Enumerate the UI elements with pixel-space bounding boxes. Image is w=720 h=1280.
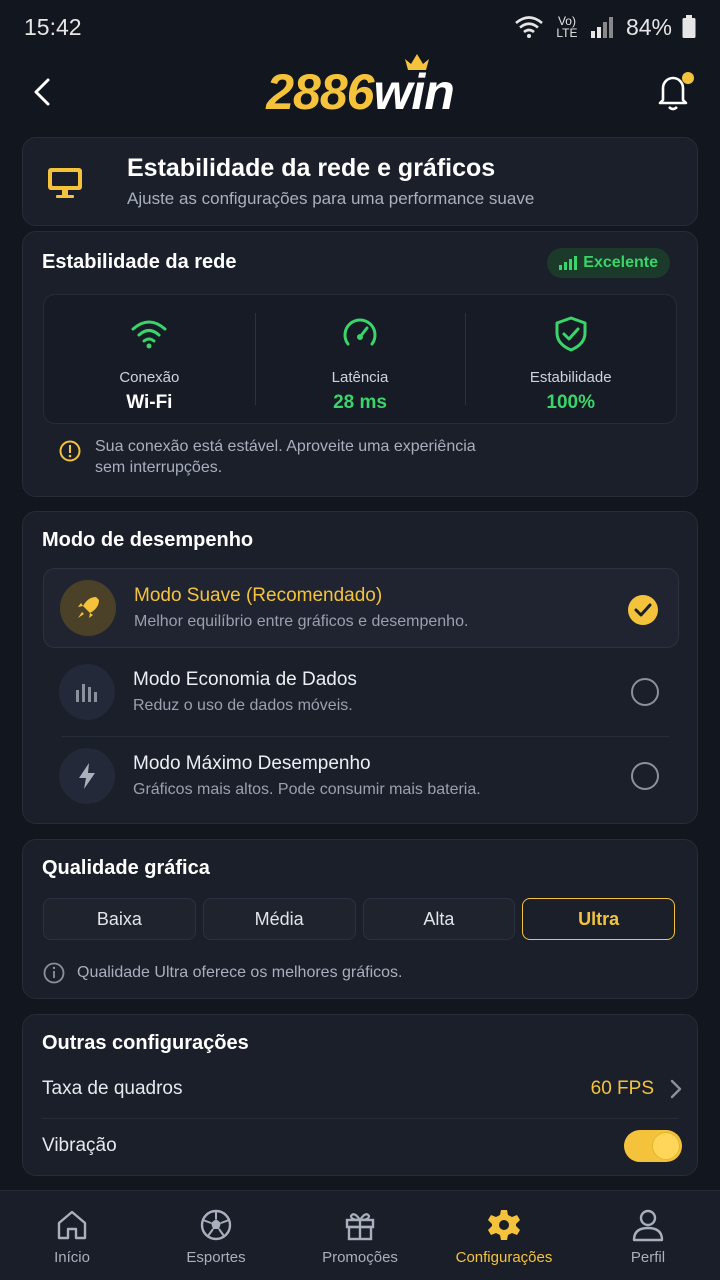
notifications-button[interactable] xyxy=(654,70,694,114)
mode-description: Melhor equilíbrio entre gráficos e desem… xyxy=(134,613,469,630)
quality-option-high[interactable]: Alta xyxy=(362,898,516,940)
signal-icon xyxy=(590,17,613,38)
frame-rate-value: 60 FPS xyxy=(590,1078,654,1099)
info-icon xyxy=(59,440,81,462)
network-stats-panel: Conexão Wi-Fi Latência 28 ms Estabilidad… xyxy=(43,294,677,424)
mode-option-max-performance[interactable]: Modo Máximo Desempenho Gráficos mais alt… xyxy=(43,736,679,816)
frame-rate-row[interactable]: Taxa de quadros 60 FPS xyxy=(42,1078,682,1100)
stat-value: 100% xyxy=(546,392,595,413)
quality-note: Qualidade Ultra oferece os melhores gráf… xyxy=(43,962,403,984)
other-section-title: Outras configurações xyxy=(42,1032,249,1054)
status-bar: 15:42 Vo) LTE 84% xyxy=(0,0,720,54)
mode-icon-container xyxy=(60,580,116,636)
frame-rate-label: Taxa de quadros xyxy=(42,1078,183,1099)
mode-icon-container xyxy=(59,664,115,720)
home-icon xyxy=(57,1210,87,1240)
stat-value: Wi-Fi xyxy=(126,392,173,413)
gift-icon xyxy=(345,1213,375,1241)
vibration-row: Vibração xyxy=(42,1130,682,1162)
performance-section-title: Modo de desempenho xyxy=(42,529,254,551)
network-note-text: Sua conexão está estável. Aproveite uma … xyxy=(95,438,476,476)
wifi-icon xyxy=(515,16,543,38)
network-section-title: Estabilidade da rede xyxy=(42,251,237,273)
graphics-quality-card: Qualidade gráfica Baixa Média Alta Ultra… xyxy=(22,839,698,999)
stat-label: Latência xyxy=(331,369,389,386)
battery-percent: 84% xyxy=(625,13,672,40)
wifi-icon xyxy=(131,320,167,349)
mode-option-data-saver[interactable]: Modo Economia de Dados Reduz o uso de da… xyxy=(43,652,679,732)
nav-label: Esportes xyxy=(186,1249,246,1266)
network-status-text: Excelente xyxy=(583,254,658,271)
mode-title: Modo Economia de Dados xyxy=(133,669,357,690)
info-icon xyxy=(43,962,65,984)
check-circle-icon xyxy=(628,595,658,625)
network-stability-card: Estabilidade da rede Excelente Conexão W… xyxy=(22,231,698,497)
notification-dot xyxy=(682,72,694,84)
rocket-icon xyxy=(78,597,99,618)
mode-option-smooth[interactable]: Modo Suave (Recomendado) Melhor equilíbr… xyxy=(43,568,679,648)
toggle-knob xyxy=(652,1132,680,1160)
network-note: Sua conexão está estável. Aproveite uma … xyxy=(59,436,505,478)
stat-value: 28 ms xyxy=(333,392,387,413)
stat-stability: Estabilidade 100% xyxy=(465,295,676,423)
chevron-right-icon xyxy=(670,1079,682,1099)
speedometer-icon xyxy=(343,318,377,346)
mode-icon-container xyxy=(59,748,115,804)
nav-label: Promoções xyxy=(322,1249,398,1266)
quality-option-medium[interactable]: Média xyxy=(202,898,356,940)
back-arrow-icon[interactable] xyxy=(24,74,60,110)
monitor-icon xyxy=(48,167,82,198)
soccer-ball-icon xyxy=(200,1209,232,1241)
mode-description: Gráficos mais altos. Pode consumir mais … xyxy=(133,781,481,798)
nav-item-settings[interactable]: Configurações xyxy=(432,1191,576,1280)
vibration-label: Vibração xyxy=(42,1135,117,1156)
bottom-navigation: Início Esportes Promoções Configurações … xyxy=(0,1190,720,1280)
nav-label: Configurações xyxy=(455,1249,553,1266)
signal-bars-icon xyxy=(559,256,578,270)
vibration-toggle[interactable] xyxy=(624,1130,682,1162)
crown-icon xyxy=(404,54,429,70)
network-status-badge: Excelente xyxy=(547,248,670,278)
mode-title: Modo Máximo Desempenho xyxy=(133,753,371,774)
quality-option-low[interactable]: Baixa xyxy=(43,898,196,940)
mode-title: Modo Suave (Recomendado) xyxy=(134,585,383,606)
page-title: Estabilidade da rede e gráficos xyxy=(127,154,496,182)
quality-note-text: Qualidade Ultra oferece os melhores gráf… xyxy=(77,964,403,981)
stat-label: Estabilidade xyxy=(529,369,612,386)
nav-item-home[interactable]: Início xyxy=(0,1191,144,1280)
logo-word: win xyxy=(373,64,454,120)
mode-radio[interactable] xyxy=(631,678,659,706)
other-settings-card: Outras configurações Taxa de quadros 60 … xyxy=(22,1014,698,1176)
app-bar: 2886 win xyxy=(0,54,720,130)
stat-latency: Latência 28 ms xyxy=(254,295,466,423)
nav-label: Perfil xyxy=(630,1249,666,1266)
nav-item-sports[interactable]: Esportes xyxy=(144,1191,288,1280)
quality-segmented-control: Baixa Média Alta Ultra xyxy=(43,898,675,940)
nav-item-profile[interactable]: Perfil xyxy=(576,1191,720,1280)
stat-connection: Conexão Wi-Fi xyxy=(44,295,255,423)
nav-label: Início xyxy=(54,1249,90,1266)
gear-icon xyxy=(488,1210,520,1240)
mode-radio[interactable] xyxy=(631,762,659,790)
page-subtitle: Ajuste as configurações para uma perform… xyxy=(127,189,535,208)
page-header-card: Estabilidade da rede e gráficos Ajuste a… xyxy=(22,137,698,226)
status-time: 15:42 xyxy=(24,13,82,40)
nav-item-promotions[interactable]: Promoções xyxy=(288,1191,432,1280)
bar-chart-icon xyxy=(76,684,97,702)
user-icon xyxy=(632,1209,664,1242)
quality-option-ultra[interactable]: Ultra xyxy=(522,898,675,940)
quality-section-title: Qualidade gráfica xyxy=(42,857,210,879)
frame-rate-value-group: 60 FPS xyxy=(591,1078,682,1100)
logo-number: 2886 xyxy=(266,64,374,120)
status-icons: Vo) LTE 84% xyxy=(514,14,696,41)
shield-check-icon xyxy=(555,316,587,352)
lightning-icon xyxy=(79,763,95,789)
brand-logo: 2886 win xyxy=(266,54,455,121)
performance-mode-card: Modo de desempenho Modo Suave (Recomenda… xyxy=(22,511,698,824)
battery-icon xyxy=(682,15,696,38)
stat-label: Conexão xyxy=(119,369,180,386)
mode-description: Reduz o uso de dados móveis. xyxy=(133,697,353,714)
network-type-label: Vo) LTE xyxy=(556,14,578,40)
settings-divider xyxy=(42,1118,678,1119)
